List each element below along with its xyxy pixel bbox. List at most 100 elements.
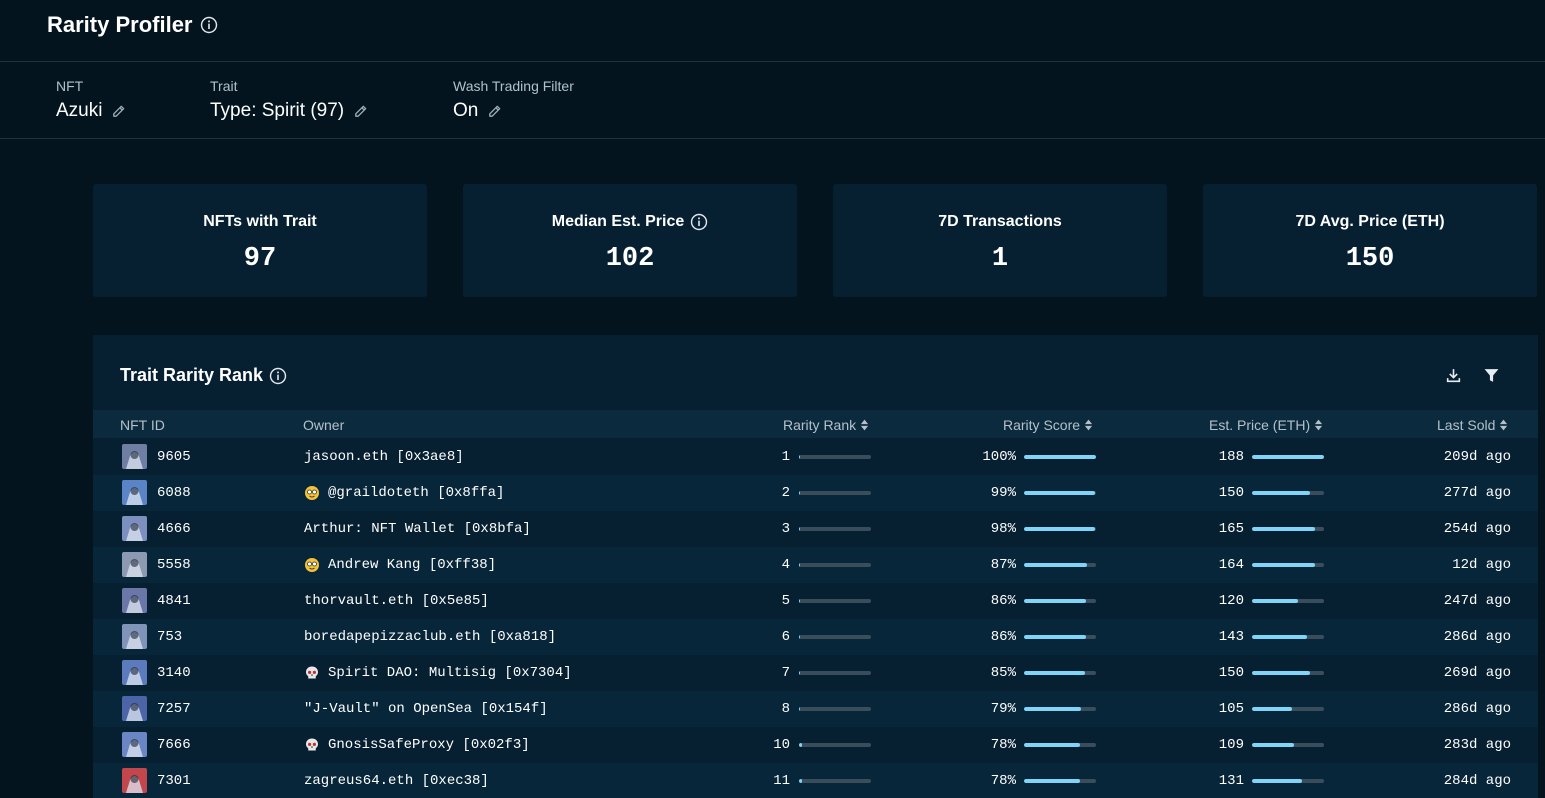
nft-id[interactable]: 753 bbox=[157, 629, 182, 645]
owner-name[interactable]: Andrew Kang [0xff38] bbox=[328, 557, 496, 573]
rarity-score-bar-fill bbox=[1024, 779, 1081, 783]
owner-cell[interactable]: zagreus64.eth [0xec38] bbox=[304, 773, 489, 789]
filter-trait-label: Trait bbox=[210, 78, 238, 94]
owner-name[interactable]: @graildoteth [0x8ffa] bbox=[328, 485, 504, 501]
rarity-score-bar bbox=[1024, 599, 1096, 603]
last-sold-value: 12d ago bbox=[1452, 557, 1511, 573]
filter-nft: NFT Azuki bbox=[56, 78, 126, 122]
pencil-icon[interactable] bbox=[353, 104, 368, 119]
nft-thumbnail[interactable] bbox=[122, 552, 147, 577]
nft-thumbnail[interactable] bbox=[122, 660, 147, 685]
rarity-rank-bar-fill bbox=[799, 635, 801, 639]
owner-cell[interactable]: Andrew Kang [0xff38] bbox=[304, 557, 496, 573]
nft-id[interactable]: 6088 bbox=[157, 485, 191, 501]
nft-thumbnail[interactable] bbox=[122, 624, 147, 649]
pencil-icon[interactable] bbox=[111, 104, 126, 119]
pencil-icon[interactable] bbox=[487, 104, 502, 119]
nft-thumbnail[interactable] bbox=[122, 696, 147, 721]
est-price-value: 105 bbox=[1218, 701, 1244, 717]
info-icon[interactable] bbox=[269, 367, 287, 385]
filter-nft-value[interactable]: Azuki bbox=[56, 100, 102, 122]
table-row[interactable]: 7257 "J-Vault" on OpenSea [0x154f] 8 79% 105… bbox=[93, 691, 1538, 727]
est-price-bar-fill bbox=[1252, 707, 1293, 711]
owner-name[interactable]: Spirit DAO: Multisig [0x7304] bbox=[328, 665, 572, 681]
owner-cell[interactable]: Spirit DAO: Multisig [0x7304] bbox=[304, 665, 572, 681]
owner-cell[interactable]: thorvault.eth [0x5e85] bbox=[304, 593, 489, 609]
filter-nft-value-row[interactable]: Azuki bbox=[56, 100, 126, 122]
rarity-rank-bar-fill bbox=[799, 743, 802, 747]
owner-name[interactable]: jasoon.eth [0x3ae8] bbox=[304, 449, 464, 465]
nft-thumbnail[interactable] bbox=[122, 480, 147, 505]
table-row[interactable]: 753 boredapepizzaclub.eth [0xa818] 6 86% 143… bbox=[93, 619, 1538, 655]
sort-icon[interactable] bbox=[860, 418, 869, 432]
filter-trait-value-row[interactable]: Type: Spirit (97) bbox=[210, 100, 368, 122]
rarity-score-bar-fill bbox=[1024, 707, 1081, 711]
last-sold-value: 277d ago bbox=[1443, 485, 1511, 501]
table-row[interactable]: 9605 jasoon.eth [0x3ae8] 1 100% 188 209d ago bbox=[93, 439, 1538, 475]
nft-id[interactable]: 7301 bbox=[157, 773, 191, 789]
filter-wash-value-row[interactable]: On bbox=[453, 100, 574, 122]
owner-name[interactable]: Arthur: NFT Wallet [0x8bfa] bbox=[304, 521, 531, 537]
sort-icon[interactable] bbox=[1499, 418, 1508, 432]
col-nft-id[interactable]: NFT ID bbox=[120, 417, 165, 433]
nft-id[interactable]: 9605 bbox=[157, 449, 191, 465]
nft-thumbnail[interactable] bbox=[122, 444, 147, 469]
table-row[interactable]: 4841 thorvault.eth [0x5e85] 5 86% 120 247d ag… bbox=[93, 583, 1538, 619]
owner-name[interactable]: "J-Vault" on OpenSea [0x154f] bbox=[304, 701, 548, 717]
sort-icon[interactable] bbox=[1314, 418, 1323, 432]
owner-cell[interactable]: Arthur: NFT Wallet [0x8bfa] bbox=[304, 521, 531, 537]
col-last-sold[interactable]: Last Sold bbox=[1437, 417, 1508, 433]
est-price-bar bbox=[1252, 635, 1324, 639]
last-sold-value: 269d ago bbox=[1443, 665, 1511, 681]
nft-id[interactable]: 4841 bbox=[157, 593, 191, 609]
nft-id[interactable]: 5558 bbox=[157, 557, 191, 573]
col-est-price[interactable]: Est. Price (ETH) bbox=[1209, 417, 1323, 433]
col-rarity-score[interactable]: Rarity Score bbox=[1003, 417, 1093, 433]
nft-id[interactable]: 3140 bbox=[157, 665, 191, 681]
nft-thumbnail[interactable] bbox=[122, 516, 147, 541]
nft-thumbnail[interactable] bbox=[122, 732, 147, 757]
download-button[interactable] bbox=[1441, 363, 1465, 387]
nft-id[interactable]: 7666 bbox=[157, 737, 191, 753]
owner-cell[interactable]: jasoon.eth [0x3ae8] bbox=[304, 449, 464, 465]
rarity-score-bar-fill bbox=[1024, 563, 1087, 567]
col-owner[interactable]: Owner bbox=[303, 417, 344, 433]
owner-name[interactable]: boredapepizzaclub.eth [0xa818] bbox=[304, 629, 556, 645]
rarity-score-bar bbox=[1024, 527, 1096, 531]
owner-name[interactable]: GnosisSafeProxy [0x02f3] bbox=[328, 737, 530, 753]
filter-button[interactable] bbox=[1479, 363, 1503, 387]
skull-icon bbox=[304, 665, 320, 681]
table-row[interactable]: 5558 Andrew Kang [0xff38] 4 87% 164 12d ago bbox=[93, 547, 1538, 583]
owner-cell[interactable]: GnosisSafeProxy [0x02f3] bbox=[304, 737, 530, 753]
rarity-rank-value: 2 bbox=[781, 485, 790, 501]
rarity-score-bar bbox=[1024, 563, 1096, 567]
filter-wash-value[interactable]: On bbox=[453, 100, 478, 122]
table-row[interactable]: 7666 GnosisSafeProxy [0x02f3] 10 78% 109 283d… bbox=[93, 727, 1538, 763]
table-row[interactable]: 3140 Spirit DAO: Multisig [0x7304] 7 85% 150… bbox=[93, 655, 1538, 691]
stat-value: 150 bbox=[1345, 244, 1395, 274]
nft-id[interactable]: 7257 bbox=[157, 701, 191, 717]
owner-cell[interactable]: @graildoteth [0x8ffa] bbox=[304, 485, 504, 501]
nft-thumbnail[interactable] bbox=[122, 588, 147, 613]
nft-thumbnail[interactable] bbox=[122, 768, 147, 793]
owner-cell[interactable]: "J-Vault" on OpenSea [0x154f] bbox=[304, 701, 548, 717]
sort-icon[interactable] bbox=[1084, 418, 1093, 432]
rarity-rank-value: 7 bbox=[781, 665, 790, 681]
col-nft-id-label: NFT ID bbox=[120, 417, 165, 433]
rarity-score-bar-fill bbox=[1024, 635, 1086, 639]
table-row[interactable]: 6088 @graildoteth [0x8ffa] 2 99% 150 277d ago bbox=[93, 475, 1538, 511]
info-icon[interactable] bbox=[690, 213, 708, 231]
owner-name[interactable]: thorvault.eth [0x5e85] bbox=[304, 593, 489, 609]
filter-trait: Trait Type: Spirit (97) bbox=[210, 78, 368, 122]
owner-cell[interactable]: boredapepizzaclub.eth [0xa818] bbox=[304, 629, 556, 645]
info-icon[interactable] bbox=[200, 16, 218, 34]
col-rarity-rank[interactable]: Rarity Rank bbox=[783, 417, 869, 433]
table-row[interactable]: 4666 Arthur: NFT Wallet [0x8bfa] 3 98% 165 25… bbox=[93, 511, 1538, 547]
owner-name[interactable]: zagreus64.eth [0xec38] bbox=[304, 773, 489, 789]
table-row[interactable]: 7301 zagreus64.eth [0xec38] 11 78% 131 284d a… bbox=[93, 763, 1538, 798]
est-price-bar-fill bbox=[1252, 743, 1294, 747]
filter-trait-value[interactable]: Type: Spirit (97) bbox=[210, 100, 344, 122]
nft-id[interactable]: 4666 bbox=[157, 521, 191, 537]
rarity-score-value: 98% bbox=[990, 521, 1016, 537]
rarity-score-bar bbox=[1024, 707, 1096, 711]
